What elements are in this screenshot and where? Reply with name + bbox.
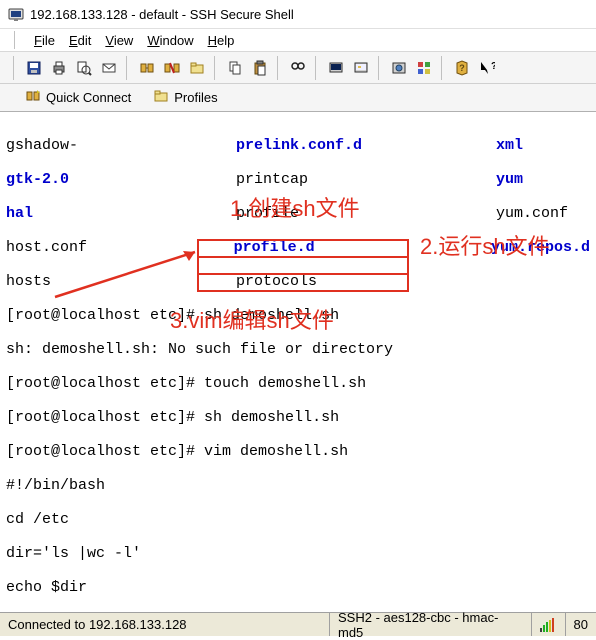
ls-item: protocols [236,273,496,290]
status-meters [532,613,566,636]
ls-item: gtk-2.0 [6,171,236,188]
ls-item: yum [496,171,590,188]
quick-connect-icon [25,88,41,107]
toolbar-sep-4 [315,56,319,80]
prompt: [root@localhost etc]# [6,443,204,460]
terminal-output[interactable]: gshadow-prelink.conf.dxml gtk-2.0printca… [0,112,596,608]
ls-item: hosts [6,273,236,290]
sftp-icon[interactable] [350,57,372,79]
paste-icon[interactable] [249,57,271,79]
profiles-button[interactable]: Profiles [146,85,224,110]
profiles-icon[interactable] [186,57,208,79]
ls-item: profile [236,205,496,222]
app-icon [8,6,24,22]
title-bar: 192.168.133.128 - default - SSH Secure S… [0,0,596,28]
ls-item: profile.d [234,239,491,256]
status-cipher: SSH2 - aes128-cbc - hmac-md5 [330,613,532,636]
svg-text:?: ? [491,61,495,72]
menu-edit[interactable]: Edit [63,31,97,50]
toolbar-sep-1 [126,56,130,80]
menu-help[interactable]: Help [202,31,241,50]
menu-file[interactable]: File [28,31,61,50]
toolbar: ? ? [0,52,596,84]
print-preview-icon[interactable] [73,57,95,79]
colors-icon[interactable] [413,57,435,79]
ls-item: xml [496,137,590,154]
quick-connect-button[interactable]: Quick Connect [18,85,138,110]
mail-icon[interactable] [98,57,120,79]
menu-bar: File Edit View Window Help [0,28,596,52]
cmd: vim demoshell.sh [204,443,348,460]
menu-grip [14,31,20,49]
help-icon[interactable]: ? [451,57,473,79]
window-title: 192.168.133.128 - default - SSH Secure S… [30,7,294,22]
script-line: #!/bin/bash [6,477,590,494]
toolbar-sep-6 [441,56,445,80]
script-line: echo $dir [6,579,590,596]
save-icon[interactable] [23,57,45,79]
toolbar-sep-3 [277,56,281,80]
print-icon[interactable] [48,57,70,79]
cmd: sh demoshell.sh [204,409,339,426]
status-cols: 80 [566,613,596,636]
quick-connect-label: Quick Connect [46,90,131,105]
cmd: sh demoshell.sh [204,307,339,324]
script-line: cd /etc [6,511,590,528]
status-connection: Connected to 192.168.133.128 [0,613,330,636]
svg-text:?: ? [459,63,465,73]
ls-item: printcap [236,171,496,188]
ls-item: yum.repos.d [491,239,590,256]
toolbar-sep-2 [214,56,218,80]
ls-item [496,273,590,290]
folder-icon [153,88,169,107]
ls-item: hal [6,205,236,222]
toolbar-grip [13,56,17,80]
vu-meter-icon [540,618,554,632]
cmd: touch demoshell.sh [204,375,366,392]
disconnect-icon[interactable] [161,57,183,79]
ls-item: prelink.conf.d [236,137,496,154]
status-bar: Connected to 192.168.133.128 SSH2 - aes1… [0,612,596,636]
copy-icon[interactable] [224,57,246,79]
connect-icon[interactable] [136,57,158,79]
menu-view[interactable]: View [99,31,139,50]
new-terminal-icon[interactable] [325,57,347,79]
connect-bar: Quick Connect Profiles [0,84,596,112]
menu-window[interactable]: Window [141,31,199,50]
find-icon[interactable] [287,57,309,79]
profiles-label: Profiles [174,90,217,105]
settings-icon[interactable] [388,57,410,79]
prompt: [root@localhost etc]# [6,375,204,392]
ls-item: yum.conf [496,205,590,222]
output-line: sh: demoshell.sh: No such file or direct… [6,341,590,358]
toolbar-sep-5 [378,56,382,80]
context-help-icon[interactable]: ? [476,57,498,79]
prompt: [root@localhost etc]# [6,409,204,426]
script-line: dir='ls |wc -l' [6,545,590,562]
ls-item: host.conf [6,239,234,256]
ls-item: gshadow- [6,137,236,154]
prompt: [root@localhost etc]# [6,307,204,324]
